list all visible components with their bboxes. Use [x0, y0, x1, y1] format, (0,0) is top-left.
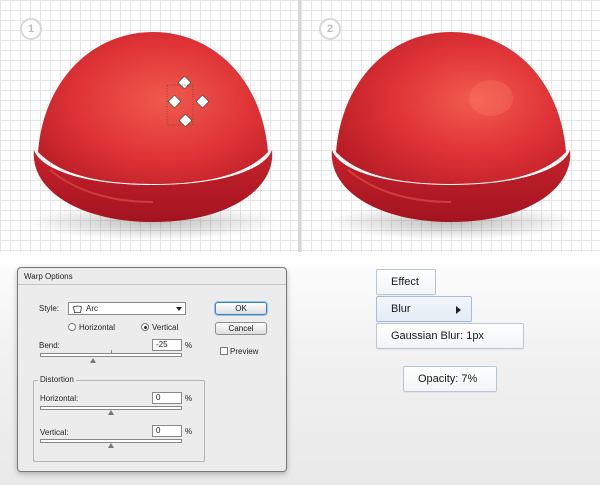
vertical-distortion-thumb[interactable] [108, 443, 114, 448]
style-select[interactable]: Arc [68, 302, 186, 315]
arc-style-icon [73, 305, 82, 313]
chevron-down-icon [176, 307, 182, 311]
dome-top [336, 32, 566, 184]
horizontal-distortion-label: Horizontal: [40, 394, 79, 403]
vertical-radio-label: Vertical [152, 323, 179, 332]
gaussian-blur-menu-item[interactable]: Gaussian Blur: 1px [376, 323, 524, 349]
preview-label: Preview [230, 347, 259, 356]
effect-menu-item[interactable]: Effect [376, 269, 436, 295]
dialog-title: Warp Options [18, 268, 286, 285]
horizontal-distortion-input[interactable]: 0 [152, 392, 182, 404]
opacity-label-box: Opacity: 7% [403, 366, 497, 392]
red-dome-illustration [25, 32, 281, 240]
distortion-group-label: Distortion [38, 375, 76, 384]
red-dome-illustration [323, 32, 579, 240]
vertical-distortion-input[interactable]: 0 [152, 425, 182, 437]
bend-input[interactable]: -25 [152, 339, 182, 351]
blur-menu-label: Blur [391, 303, 411, 315]
dome-top [38, 32, 268, 184]
vertical-distortion-unit: % [185, 427, 193, 436]
canvas-panel-step-2: 2 [301, 0, 600, 252]
blur-menu-item[interactable]: Blur [376, 296, 472, 322]
canvas-panel-step-1: 1 [0, 0, 298, 252]
bend-slider-thumb[interactable] [90, 358, 97, 363]
submenu-arrow-icon [456, 306, 461, 314]
horizontal-distortion-unit: % [185, 394, 193, 403]
vertical-radio[interactable] [141, 323, 149, 331]
horizontal-radio[interactable] [68, 323, 76, 331]
horizontal-distortion-thumb[interactable] [108, 410, 114, 415]
bend-slider-center-tick [111, 350, 112, 354]
horizontal-radio-label: Horizontal [79, 323, 116, 332]
dome-highlight [469, 80, 513, 116]
style-select-value: Arc [86, 304, 98, 313]
bend-label: Bend: [39, 341, 60, 350]
bend-unit: % [185, 341, 193, 350]
ok-button[interactable]: OK [215, 302, 267, 315]
style-label: Style: [39, 304, 60, 313]
cancel-button[interactable]: Cancel [215, 322, 267, 335]
preview-checkbox[interactable] [220, 347, 228, 355]
vertical-distortion-label: Vertical: [40, 428, 69, 437]
